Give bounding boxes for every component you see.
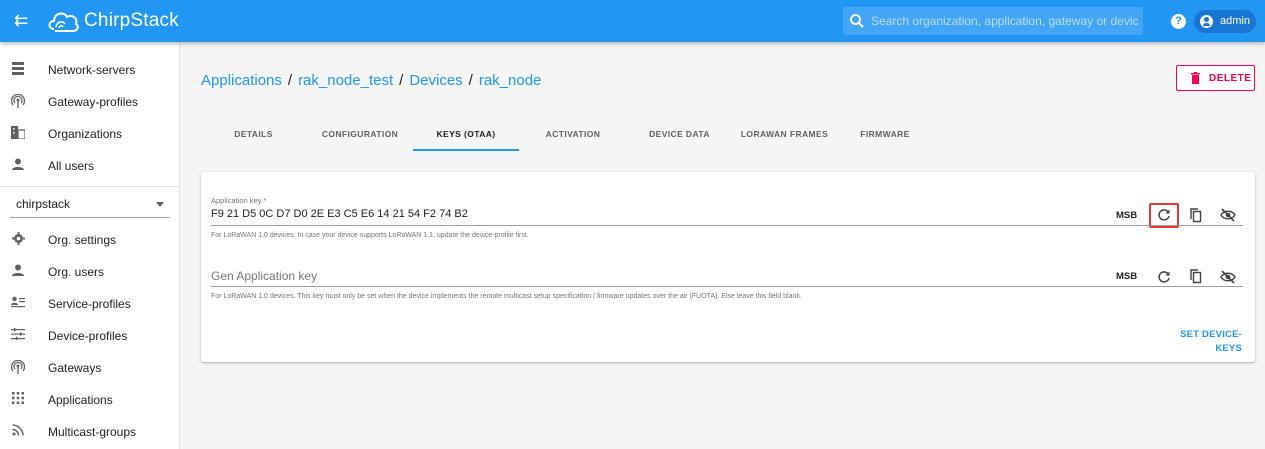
sidebar-item-label: Org. users <box>48 265 105 279</box>
delete-device-button[interactable]: DELETE <box>1176 65 1255 91</box>
radio-tower-icon <box>10 93 26 110</box>
account-circle-icon <box>1200 15 1213 28</box>
chirpstack-logo-icon[interactable] <box>46 5 80 35</box>
search-icon <box>850 14 864 28</box>
tab-firmware[interactable]: FIRMWARE <box>837 119 933 151</box>
sidebar-item-label: Device-profiles <box>48 329 128 343</box>
device-keys-card: Application key * F9 21 D5 0C D7 D0 2E E… <box>201 172 1255 362</box>
tab-details[interactable]: DETAILS <box>201 119 306 151</box>
organization-select-value: chirpstack <box>16 197 71 211</box>
app-key-helper-text: For LoRaWAN 1.0 devices. In case your de… <box>211 232 529 239</box>
sidebar-divider <box>0 186 180 187</box>
sidebar-item-all-users[interactable]: All users <box>0 150 180 182</box>
sidebar-item-label: Gateways <box>48 361 102 375</box>
chevron-down-icon <box>156 202 164 207</box>
tab-device-data[interactable]: DEVICE DATA <box>627 119 732 151</box>
gen-app-key-byte-order-toggle[interactable]: MSB <box>1116 271 1137 283</box>
apps-icon <box>10 392 26 408</box>
sidebar-item-applications[interactable]: Applications <box>0 384 180 416</box>
tab-configuration[interactable]: CONFIGURATION <box>306 119 414 151</box>
sidebar-item-gateways[interactable]: Gateways <box>0 352 180 384</box>
sidebar-item-service-profiles[interactable]: Service-profiles <box>0 288 180 320</box>
sidebar-item-label: All users <box>48 159 95 173</box>
sidebar-item-org-settings[interactable]: Org. settings <box>0 224 180 256</box>
domain-icon <box>10 126 26 142</box>
sidebar-item-multicast-groups[interactable]: Multicast-groups <box>0 416 180 448</box>
sidebar-item-label: Service-profiles <box>48 297 131 311</box>
set-device-keys-button[interactable]: SET DEVICE-KEYS <box>1156 328 1242 354</box>
username: admin <box>1220 15 1250 27</box>
breadcrumb-separator: / <box>399 72 404 89</box>
breadcrumb-device-link[interactable]: rak_node <box>479 72 542 89</box>
radio-tower-icon <box>10 359 26 376</box>
sidebar-item-label: Org. settings <box>48 233 117 247</box>
delete-button-label: DELETE <box>1209 73 1252 84</box>
breadcrumb-separator: / <box>468 72 473 89</box>
breadcrumb: Applications / rak_node_test / Devices / rak_n… <box>201 72 541 90</box>
sidebar: Network-servers Gateway-profiles Organiz… <box>0 42 180 449</box>
rss-icon <box>10 424 26 440</box>
gen-app-key-field[interactable]: Gen Application key <box>211 269 317 284</box>
sidebar-item-org-users[interactable]: Org. users <box>0 256 180 288</box>
breadcrumb-devices-link[interactable]: Devices <box>409 72 462 89</box>
copy-icon[interactable] <box>1188 207 1204 223</box>
app-key-underline <box>211 225 1243 226</box>
sidebar-item-network-servers[interactable]: Network-servers <box>0 54 180 86</box>
sidebar-item-label: Gateway-profiles <box>48 95 139 109</box>
sidebar-item-organizations[interactable]: Organizations <box>0 118 180 150</box>
person-icon <box>10 158 26 174</box>
gen-app-key-helper-text: For LoRaWAN 1.0 devices. This key must o… <box>211 293 802 300</box>
organization-select[interactable]: chirpstack <box>10 192 170 218</box>
breadcrumb-separator: / <box>287 72 293 89</box>
gen-app-key-underline <box>211 286 1243 287</box>
app-key-field[interactable]: F9 21 D5 0C D7 D0 2E E3 C5 E6 14 21 54 F… <box>211 207 468 221</box>
search-input[interactable] <box>871 7 1139 35</box>
copy-icon[interactable] <box>1188 268 1204 284</box>
sidebar-item-label: Network-servers <box>48 63 136 77</box>
visibility-off-icon[interactable] <box>1220 269 1236 285</box>
help-icon[interactable]: ? <box>1171 14 1186 29</box>
app-brand[interactable]: ChirpStack <box>84 9 179 33</box>
refresh-icon[interactable] <box>1156 269 1172 285</box>
trash-icon <box>1191 72 1200 84</box>
person-icon <box>10 264 26 280</box>
tab-lorawan-frames[interactable]: LORAWAN FRAMES <box>732 119 837 151</box>
search-box[interactable] <box>843 7 1143 35</box>
sidebar-item-device-profiles[interactable]: Device-profiles <box>0 320 180 352</box>
visibility-off-icon[interactable] <box>1220 207 1236 223</box>
device-tabs: DETAILS CONFIGURATION KEYS (OTAA) ACTIVA… <box>201 119 1101 151</box>
sidebar-item-label: Organizations <box>48 127 123 141</box>
sidebar-item-label: Multicast-groups <box>48 425 137 439</box>
account-details-icon <box>10 296 26 312</box>
tab-keys-otaa[interactable]: KEYS (OTAA) <box>413 119 519 151</box>
user-menu-button[interactable]: admin <box>1194 10 1256 33</box>
tab-activation[interactable]: ACTIVATION <box>519 119 627 151</box>
app-key-label: Application key * <box>211 196 267 205</box>
breadcrumb-applications-link[interactable]: Applications <box>201 72 282 89</box>
tune-icon <box>10 328 26 344</box>
app-bar: ⇇ ChirpStack ? admin <box>0 0 1265 42</box>
app-key-byte-order-toggle[interactable]: MSB <box>1116 210 1137 222</box>
gear-icon <box>10 232 26 248</box>
sidebar-item-gateway-profiles[interactable]: Gateway-profiles <box>0 86 180 118</box>
sidebar-item-label: Applications <box>48 393 113 407</box>
server-icon <box>10 62 26 78</box>
collapse-sidebar-icon[interactable]: ⇇ <box>14 11 34 31</box>
breadcrumb-application-link[interactable]: rak_node_test <box>298 72 393 89</box>
